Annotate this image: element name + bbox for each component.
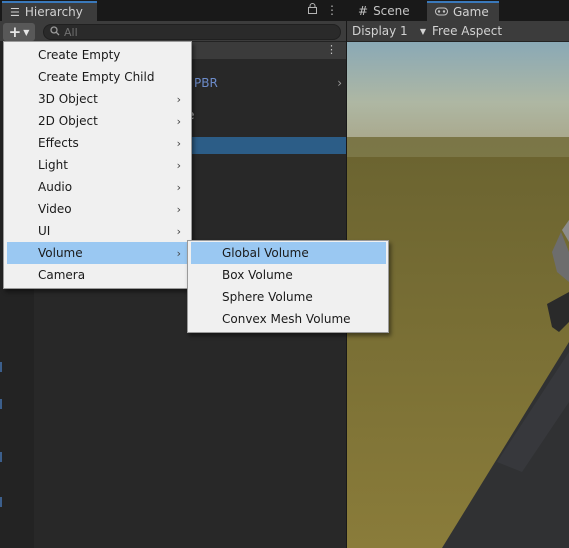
chevron-right-icon: › bbox=[176, 224, 181, 238]
add-object-button[interactable]: + ▼ bbox=[3, 23, 35, 41]
menu-item-create-empty-child[interactable]: Create Empty Child bbox=[7, 66, 189, 88]
menu-item-convex-mesh-volume[interactable]: Convex Mesh Volume bbox=[191, 308, 386, 330]
menu-item-label: Video bbox=[38, 202, 72, 216]
menu-item-ui[interactable]: UI › bbox=[7, 220, 189, 242]
chevron-right-icon: › bbox=[176, 114, 181, 128]
tab-scene-label: Scene bbox=[373, 4, 410, 18]
hierarchy-search[interactable] bbox=[43, 24, 341, 40]
menu-item-label: Light bbox=[38, 158, 68, 172]
kebab-menu-icon[interactable]: ⋮ bbox=[326, 43, 337, 56]
tab-actions: ⋮ bbox=[308, 3, 338, 17]
menu-item-label: Box Volume bbox=[222, 268, 293, 282]
menu-item-label: Camera bbox=[38, 268, 86, 282]
menu-item-label: Effects bbox=[38, 136, 79, 150]
chevron-right-icon: › bbox=[176, 246, 181, 260]
search-input[interactable] bbox=[64, 25, 304, 39]
menu-item-audio[interactable]: Audio › bbox=[7, 176, 189, 198]
game-tab-bar: # Scene Game bbox=[347, 0, 569, 21]
aspect-dropdown[interactable]: Free Aspect bbox=[432, 24, 502, 38]
menu-item-label: UI bbox=[38, 224, 51, 238]
chevron-right-icon: › bbox=[176, 180, 181, 194]
volume-submenu: Global Volume Box Volume Sphere Volume C… bbox=[187, 240, 389, 333]
tab-game[interactable]: Game bbox=[427, 1, 499, 21]
menu-item-2d-object[interactable]: 2D Object › bbox=[7, 110, 189, 132]
menu-item-label: Convex Mesh Volume bbox=[222, 312, 351, 326]
chevron-right-icon: › bbox=[176, 92, 181, 106]
chevron-right-icon[interactable]: › bbox=[337, 76, 342, 90]
hierarchy-toolbar: + ▼ bbox=[0, 21, 346, 42]
tab-game-label: Game bbox=[453, 5, 489, 19]
menu-item-3d-object[interactable]: 3D Object › bbox=[7, 88, 189, 110]
caret-down-icon: ▼ bbox=[419, 27, 426, 36]
tab-hierarchy[interactable]: ☰ Hierarchy bbox=[2, 1, 97, 21]
gutter-mark bbox=[0, 497, 2, 507]
menu-item-label: 3D Object bbox=[38, 92, 98, 106]
tab-hierarchy-label: Hierarchy bbox=[24, 5, 83, 19]
caret-down-icon: ▼ bbox=[23, 27, 30, 37]
plus-icon: + bbox=[8, 23, 22, 41]
kebab-menu-icon[interactable]: ⋮ bbox=[326, 3, 338, 17]
menu-item-label: Create Empty bbox=[38, 48, 121, 62]
menu-item-camera[interactable]: Camera bbox=[7, 264, 189, 286]
hash-icon: # bbox=[358, 4, 369, 18]
lock-icon[interactable] bbox=[308, 3, 317, 17]
gutter-mark bbox=[0, 452, 2, 462]
display-dropdown-label: Display 1 bbox=[352, 24, 408, 38]
menu-item-create-empty[interactable]: Create Empty bbox=[7, 44, 189, 66]
menu-item-box-volume[interactable]: Box Volume bbox=[191, 264, 386, 286]
gamepad-icon bbox=[435, 5, 448, 19]
hierarchy-row-label: PBR bbox=[194, 76, 218, 90]
menu-item-sphere-volume[interactable]: Sphere Volume bbox=[191, 286, 386, 308]
menu-item-label: Sphere Volume bbox=[222, 290, 313, 304]
search-icon bbox=[50, 25, 60, 39]
create-menu: Create Empty Create Empty Child 3D Objec… bbox=[3, 41, 192, 289]
aspect-dropdown-label: Free Aspect bbox=[432, 24, 503, 38]
chevron-right-icon: › bbox=[176, 202, 181, 216]
gutter-mark bbox=[0, 399, 2, 409]
menu-item-label: 2D Object bbox=[38, 114, 98, 128]
menu-item-effects[interactable]: Effects › bbox=[7, 132, 189, 154]
menu-item-label: Volume bbox=[38, 246, 83, 260]
display-dropdown[interactable]: Display 1 ▼ bbox=[352, 24, 426, 38]
hierarchy-tab-bar: ☰ Hierarchy ⋮ bbox=[0, 0, 346, 21]
menu-item-label: Audio bbox=[38, 180, 73, 194]
menu-item-light[interactable]: Light › bbox=[7, 154, 189, 176]
tab-scene[interactable]: # Scene bbox=[350, 1, 427, 21]
list-icon: ☰ bbox=[10, 5, 20, 19]
chevron-right-icon: › bbox=[176, 158, 181, 172]
menu-item-video[interactable]: Video › bbox=[7, 198, 189, 220]
game-toolbar: Display 1 ▼ Free Aspect bbox=[347, 21, 569, 42]
menu-item-global-volume[interactable]: Global Volume bbox=[191, 242, 386, 264]
menu-item-label: Create Empty Child bbox=[38, 70, 155, 84]
chevron-right-icon: › bbox=[176, 136, 181, 150]
menu-item-label: Global Volume bbox=[222, 246, 309, 260]
menu-item-volume[interactable]: Volume › bbox=[7, 242, 189, 264]
gutter-mark bbox=[0, 362, 2, 372]
